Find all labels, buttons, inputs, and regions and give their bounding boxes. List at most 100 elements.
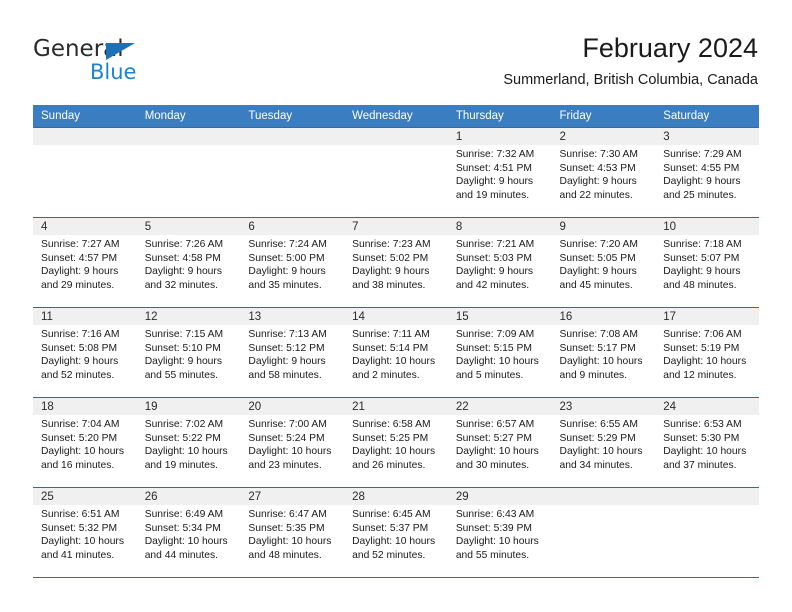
sunset-text: Sunset: 5:00 PM — [248, 252, 325, 264]
sunrise-text: Sunrise: 6:45 AM — [352, 509, 431, 520]
day-sun-info: Sunrise: 7:32 AM Sunset: 4:51 PM Daylight:… — [448, 145, 552, 202]
sunrise-text: Sunrise: 6:53 AM — [663, 419, 742, 430]
sunset-text: Sunset: 5:37 PM — [352, 522, 429, 534]
daylight-text: Daylight: 9 hours — [248, 356, 326, 368]
calendar-day-cell[interactable]: 21 Sunrise: 6:58 AM Sunset: 5:25 PM Dayligh… — [344, 397, 448, 488]
general-blue-logo[interactable]: General Blue — [33, 36, 253, 90]
page-subtitle: Summerland, British Columbia, Canada — [503, 72, 758, 88]
day-cell-content: 19 Sunrise: 7:02 AM Sunset: 5:22 PM Dayligh… — [136, 398, 241, 487]
sunrise-text: Sunrise: 6:55 AM — [559, 419, 638, 430]
calendar-day-cell[interactable]: 28 Sunrise: 6:45 AM Sunset: 5:37 PM Dayligh… — [344, 487, 448, 578]
sunrise-text: Sunrise: 7:04 AM — [41, 419, 120, 430]
calendar-day-cell[interactable]: 23 Sunrise: 6:55 AM Sunset: 5:29 PM Dayligh… — [551, 397, 656, 488]
calendar-day-cell[interactable]: 4 Sunrise: 7:27 AM Sunset: 4:57 PM Daylight… — [33, 217, 137, 308]
calendar-day-cell[interactable]: 18 Sunrise: 7:04 AM Sunset: 5:20 PM Dayligh… — [33, 397, 137, 488]
day-sun-info: Sunrise: 7:27 AM Sunset: 4:57 PM Daylight:… — [33, 235, 137, 292]
daylight-text: and 9 minutes. — [559, 369, 628, 381]
sunrise-text: Sunrise: 6:58 AM — [352, 419, 431, 430]
day-number: 1 — [447, 128, 552, 145]
calendar-day-cell[interactable]: 27 Sunrise: 6:47 AM Sunset: 5:35 PM Dayligh… — [240, 487, 345, 578]
day-cell-content: 23 Sunrise: 6:55 AM Sunset: 5:29 PM Dayligh… — [551, 398, 656, 487]
calendar-day-cell[interactable]: 16 Sunrise: 7:08 AM Sunset: 5:17 PM Dayligh… — [551, 307, 656, 398]
day-sun-info: Sunrise: 6:49 AM Sunset: 5:34 PM Daylight:… — [137, 505, 241, 562]
daylight-text: and 58 minutes. — [248, 369, 322, 381]
calendar-day-cell[interactable]: 2 Sunrise: 7:30 AM Sunset: 4:53 PM Daylight… — [551, 127, 656, 218]
day-cell-content: 18 Sunrise: 7:04 AM Sunset: 5:20 PM Dayligh… — [33, 398, 137, 487]
calendar-day-cell[interactable]: 19 Sunrise: 7:02 AM Sunset: 5:22 PM Dayligh… — [136, 397, 241, 488]
day-sun-info — [655, 505, 759, 508]
sunrise-text: Sunrise: 7:09 AM — [455, 329, 535, 340]
daylight-text: Daylight: 10 hours — [663, 446, 747, 458]
title-block: February 2024 Summerland, British Columb… — [503, 32, 758, 90]
sunrise-text: Sunrise: 6:57 AM — [455, 419, 535, 430]
day-cell-content: 22 Sunrise: 6:57 AM Sunset: 5:27 PM Dayligh… — [447, 398, 552, 487]
calendar-day-cell[interactable]: 25 Sunrise: 6:51 AM Sunset: 5:32 PM Dayligh… — [33, 487, 137, 578]
daylight-text: and 52 minutes. — [41, 369, 115, 381]
day-number: 7 — [344, 218, 448, 235]
calendar-day-cell[interactable]: 29 Sunrise: 6:43 AM Sunset: 5:39 PM Dayligh… — [447, 487, 552, 578]
daylight-text: Daylight: 10 hours — [352, 536, 436, 548]
calendar-day-cell[interactable]: 14 Sunrise: 7:11 AM Sunset: 5:14 PM Dayligh… — [344, 307, 448, 398]
day-number: 27 — [240, 488, 345, 505]
sunrise-text: Sunrise: 7:08 AM — [559, 329, 638, 340]
sunrise-text: Sunrise: 7:18 AM — [663, 239, 742, 250]
calendar-day-cell[interactable]: 17 Sunrise: 7:06 AM Sunset: 5:19 PM Dayligh… — [655, 307, 759, 398]
calendar-empty-cell — [240, 127, 345, 218]
calendar-day-cell[interactable]: 22 Sunrise: 6:57 AM Sunset: 5:27 PM Dayligh… — [447, 397, 552, 488]
day-number: 2 — [551, 128, 656, 145]
day-sun-info — [137, 145, 241, 148]
day-number: 20 — [240, 398, 345, 415]
day-cell-content: 27 Sunrise: 6:47 AM Sunset: 5:35 PM Dayligh… — [240, 488, 345, 577]
calendar-day-cell[interactable]: 8 Sunrise: 7:21 AM Sunset: 5:03 PM Daylight… — [447, 217, 552, 308]
day-number — [655, 488, 759, 505]
day-sun-info: Sunrise: 7:23 AM Sunset: 5:02 PM Daylight:… — [344, 235, 448, 292]
calendar-day-cell[interactable]: 5 Sunrise: 7:26 AM Sunset: 4:58 PM Daylight… — [136, 217, 241, 308]
daylight-text: Daylight: 10 hours — [559, 356, 643, 368]
day-number: 26 — [136, 488, 241, 505]
weekday-header-row: Sunday Monday Tuesday Wednesday Thursday Frid… — [33, 105, 759, 128]
daylight-text: and 30 minutes. — [455, 459, 530, 471]
calendar-day-cell[interactable]: 24 Sunrise: 6:53 AM Sunset: 5:30 PM Dayligh… — [655, 397, 759, 488]
calendar-week-row: 25 Sunrise: 6:51 AM Sunset: 5:32 PM Dayligh… — [33, 487, 759, 578]
calendar-day-cell[interactable]: 7 Sunrise: 7:23 AM Sunset: 5:02 PM Daylight… — [344, 217, 448, 308]
sunset-text: Sunset: 5:17 PM — [559, 342, 636, 354]
calendar-day-cell[interactable]: 13 Sunrise: 7:13 AM Sunset: 5:12 PM Dayligh… — [240, 307, 345, 398]
daylight-text: Daylight: 10 hours — [248, 446, 332, 458]
sunset-text: Sunset: 4:53 PM — [559, 162, 636, 174]
calendar-day-cell[interactable]: 11 Sunrise: 7:16 AM Sunset: 5:08 PM Dayligh… — [33, 307, 137, 398]
sunrise-text: Sunrise: 6:43 AM — [455, 509, 535, 520]
daylight-text: and 41 minutes. — [41, 549, 115, 561]
daylight-text: Daylight: 10 hours — [248, 536, 332, 548]
calendar-day-cell[interactable]: 10 Sunrise: 7:18 AM Sunset: 5:07 PM Dayligh… — [655, 217, 759, 308]
calendar-day-cell[interactable]: 1 Sunrise: 7:32 AM Sunset: 4:51 PM Daylight… — [447, 127, 552, 218]
weekday-header-saturday: Saturday — [655, 105, 759, 128]
day-cell-content: 16 Sunrise: 7:08 AM Sunset: 5:17 PM Dayligh… — [551, 308, 656, 397]
sunset-text: Sunset: 5:05 PM — [559, 252, 636, 264]
day-sun-info: Sunrise: 6:57 AM Sunset: 5:27 PM Daylight:… — [448, 415, 552, 472]
calendar-day-cell[interactable]: 3 Sunrise: 7:29 AM Sunset: 4:55 PM Daylight… — [655, 127, 759, 218]
sunrise-text: Sunrise: 7:20 AM — [559, 239, 638, 250]
sunrise-text: Sunrise: 7:27 AM — [41, 239, 120, 250]
logo-triangle-icon — [106, 43, 135, 60]
day-sun-info: Sunrise: 7:29 AM Sunset: 4:55 PM Daylight:… — [655, 145, 759, 202]
day-cell-content: 17 Sunrise: 7:06 AM Sunset: 5:19 PM Dayligh… — [655, 308, 759, 397]
daylight-text: and 19 minutes. — [144, 459, 218, 471]
calendar-day-cell[interactable]: 26 Sunrise: 6:49 AM Sunset: 5:34 PM Dayligh… — [136, 487, 241, 578]
calendar-day-cell[interactable]: 15 Sunrise: 7:09 AM Sunset: 5:15 PM Dayligh… — [447, 307, 552, 398]
sunset-text: Sunset: 5:15 PM — [455, 342, 532, 354]
calendar-day-cell[interactable]: 20 Sunrise: 7:00 AM Sunset: 5:24 PM Dayligh… — [240, 397, 345, 488]
day-sun-info — [240, 145, 344, 148]
day-cell-content: 6 Sunrise: 7:24 AM Sunset: 5:00 PM Daylight… — [240, 218, 345, 307]
sunset-text: Sunset: 4:51 PM — [455, 162, 532, 174]
calendar-day-cell[interactable]: 6 Sunrise: 7:24 AM Sunset: 5:00 PM Daylight… — [240, 217, 345, 308]
sunset-text: Sunset: 5:14 PM — [352, 342, 429, 354]
day-number: 24 — [655, 398, 759, 415]
sunset-text: Sunset: 4:55 PM — [663, 162, 740, 174]
day-number — [551, 488, 656, 505]
daylight-text: and 55 minutes. — [144, 369, 218, 381]
day-sun-info: Sunrise: 7:08 AM Sunset: 5:17 PM Daylight:… — [552, 325, 656, 382]
daylight-text: Daylight: 10 hours — [352, 446, 436, 458]
calendar-day-cell[interactable]: 9 Sunrise: 7:20 AM Sunset: 5:05 PM Daylight… — [551, 217, 656, 308]
calendar-day-cell[interactable]: 12 Sunrise: 7:15 AM Sunset: 5:10 PM Dayligh… — [136, 307, 241, 398]
sunrise-text: Sunrise: 7:24 AM — [248, 239, 327, 250]
